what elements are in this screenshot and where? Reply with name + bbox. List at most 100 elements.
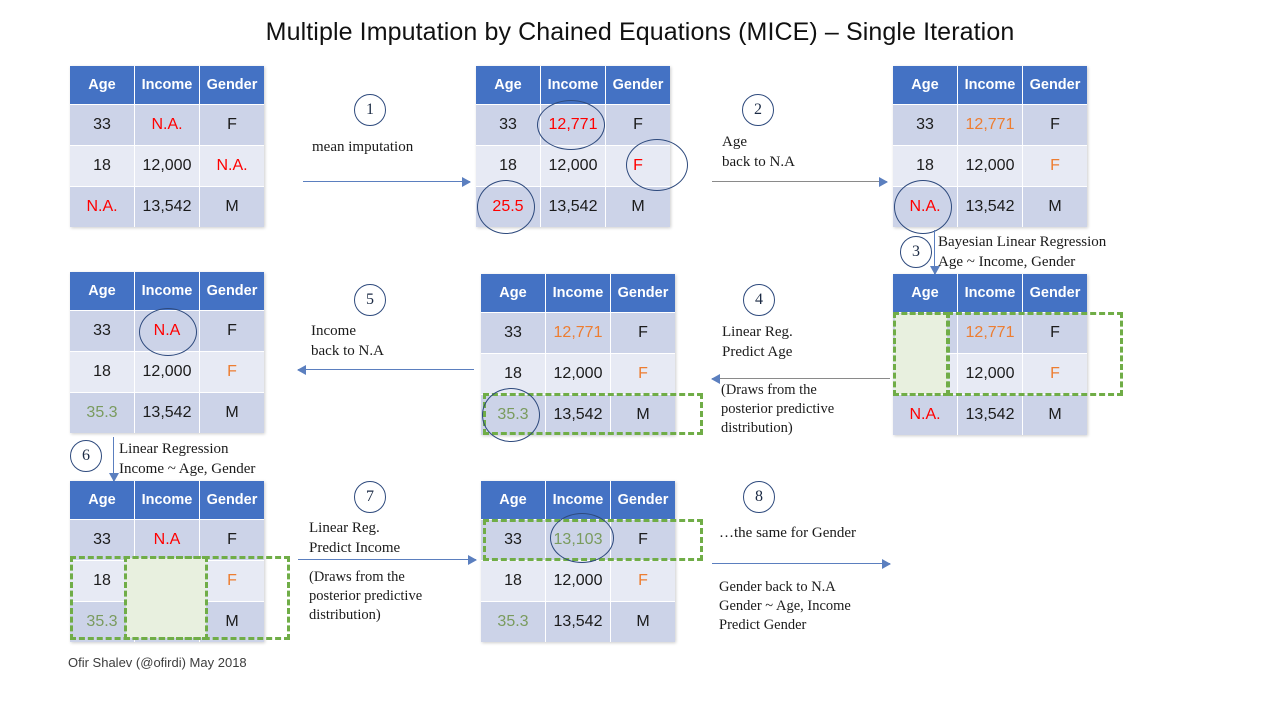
table-income-regression-training: Age Income Gender 33 N.A F 18 12,000 F 3… bbox=[70, 481, 264, 642]
cell-gender: F bbox=[200, 310, 264, 351]
cell-income: 13,542 bbox=[135, 186, 200, 227]
column-header-gender: Gender bbox=[611, 481, 675, 519]
cell-age: 18 bbox=[70, 560, 135, 601]
cell-age: 18 bbox=[893, 353, 958, 394]
table-row: 35.3 13,542 M bbox=[481, 394, 675, 435]
cell-age: 18 bbox=[481, 560, 546, 601]
cell-gender: F bbox=[200, 104, 264, 145]
column-header-income: Income bbox=[546, 481, 611, 519]
cell-gender: M bbox=[611, 394, 675, 435]
cell-income: 13,542 bbox=[958, 186, 1023, 227]
cell-gender: M bbox=[200, 186, 264, 227]
table-row: 18 12,000 F bbox=[893, 145, 1087, 186]
step-note-4: (Draws from the posterior predictive dis… bbox=[721, 382, 835, 436]
cell-age: 33 bbox=[893, 312, 958, 353]
cell-age: 18 bbox=[70, 145, 135, 186]
cell-gender: F bbox=[611, 353, 675, 394]
cell-age: 35.3 bbox=[481, 601, 546, 642]
column-header-age: Age bbox=[70, 481, 135, 519]
cell-income: 12,771 bbox=[546, 312, 611, 353]
page-title: Multiple Imputation by Chained Equations… bbox=[265, 18, 1015, 46]
cell-age: 18 bbox=[893, 145, 958, 186]
step-note-7: (Draws from the posterior predictive dis… bbox=[309, 569, 423, 623]
cell-gender: F bbox=[606, 104, 670, 145]
table-header-row: Age Income Gender bbox=[70, 481, 264, 519]
cell-age: 33 bbox=[70, 104, 135, 145]
cell-income: N.A. bbox=[135, 104, 200, 145]
column-header-age: Age bbox=[481, 274, 546, 312]
cell-gender: M bbox=[606, 186, 670, 227]
table-age-predicted: Age Income Gender 33 12,771 F 18 12,000 … bbox=[481, 274, 675, 435]
column-header-income: Income bbox=[541, 66, 606, 104]
cell-gender: F bbox=[1023, 145, 1087, 186]
table-row: 33 N.A F bbox=[70, 310, 264, 351]
table-row: 33 12,771 F bbox=[893, 104, 1087, 145]
cell-income: 13,542 bbox=[135, 601, 200, 642]
column-header-age: Age bbox=[481, 481, 546, 519]
table-income-back-to-na: Age Income Gender 33 N.A F 18 12,000 F 3… bbox=[70, 272, 264, 433]
step-badge-6: 6 bbox=[70, 440, 102, 472]
cell-income: 12,000 bbox=[546, 560, 611, 601]
table-header-row: Age Income Gender bbox=[481, 481, 675, 519]
table-row: 18 12,000 F bbox=[70, 351, 264, 392]
column-header-income: Income bbox=[958, 274, 1023, 312]
column-header-income: Income bbox=[958, 66, 1023, 104]
table-header-row: Age Income Gender bbox=[70, 66, 264, 104]
cell-gender: M bbox=[200, 601, 264, 642]
table-row: 18 12,000 F bbox=[481, 560, 675, 601]
table-row: N.A. 13,542 M bbox=[70, 186, 264, 227]
cell-gender: F bbox=[200, 560, 264, 601]
table-row: 25.5 13,542 M bbox=[476, 186, 670, 227]
column-header-income: Income bbox=[546, 274, 611, 312]
cell-income: 12,000 bbox=[135, 560, 200, 601]
cell-age: 35.3 bbox=[481, 394, 546, 435]
column-header-gender: Gender bbox=[200, 66, 264, 104]
cell-income: 12,000 bbox=[958, 145, 1023, 186]
cell-income: 12,000 bbox=[541, 145, 606, 186]
cell-gender: M bbox=[1023, 186, 1087, 227]
step-badge-4: 4 bbox=[743, 284, 775, 316]
author-credit: Ofir Shalev (@ofirdi) May 2018 bbox=[68, 655, 247, 670]
column-header-gender: Gender bbox=[1023, 274, 1087, 312]
table-age-back-to-na: Age Income Gender 33 12,771 F 18 12,000 … bbox=[893, 66, 1087, 227]
cell-age: 33 bbox=[481, 312, 546, 353]
table-income-predicted: Age Income Gender 33 13,103 F 18 12,000 … bbox=[481, 481, 675, 642]
step-note-8: Gender back to N.A Gender ~ Age, Income … bbox=[719, 579, 851, 633]
table-row: 18 12,000 F bbox=[476, 145, 670, 186]
cell-age: 33 bbox=[70, 310, 135, 351]
cell-gender: F bbox=[611, 519, 675, 560]
column-header-gender: Gender bbox=[200, 272, 264, 310]
column-header-age: Age bbox=[476, 66, 541, 104]
cell-gender: F bbox=[1023, 312, 1087, 353]
cell-gender: F bbox=[606, 145, 670, 186]
column-header-income: Income bbox=[135, 272, 200, 310]
cell-age: 35.3 bbox=[70, 601, 135, 642]
step-label-2: Age back to N.A bbox=[722, 134, 795, 170]
cell-income: 12,771 bbox=[958, 104, 1023, 145]
step-label-5: Income back to N.A bbox=[311, 323, 384, 359]
table-row: 35.3 13,542 M bbox=[70, 392, 264, 433]
table-row: 35.3 13,542 M bbox=[481, 601, 675, 642]
cell-gender: F bbox=[611, 312, 675, 353]
cell-income: 13,542 bbox=[546, 601, 611, 642]
column-header-age: Age bbox=[70, 66, 135, 104]
cell-age: N.A. bbox=[893, 186, 958, 227]
table-row: 33 N.A. F bbox=[70, 104, 264, 145]
cell-income: 12,000 bbox=[958, 353, 1023, 394]
cell-income: 12,000 bbox=[135, 145, 200, 186]
table-mean-imputed: Age Income Gender 33 12,771 F 18 12,000 … bbox=[476, 66, 670, 227]
cell-gender: F bbox=[611, 560, 675, 601]
step-label-6: Linear Regression Income ~ Age, Gender bbox=[119, 441, 256, 477]
cell-gender: F bbox=[1023, 353, 1087, 394]
table-row: 18 12,000 F bbox=[70, 560, 264, 601]
cell-income: N.A bbox=[135, 310, 200, 351]
cell-age: 25.5 bbox=[476, 186, 541, 227]
column-header-gender: Gender bbox=[200, 481, 264, 519]
cell-age: 33 bbox=[481, 519, 546, 560]
column-header-gender: Gender bbox=[1023, 66, 1087, 104]
cell-income: 12,771 bbox=[541, 104, 606, 145]
table-row: 33 13,103 F bbox=[481, 519, 675, 560]
table-row: 18 12,000 F bbox=[893, 353, 1087, 394]
table-row: 33 12,771 F bbox=[481, 312, 675, 353]
cell-gender: M bbox=[611, 601, 675, 642]
